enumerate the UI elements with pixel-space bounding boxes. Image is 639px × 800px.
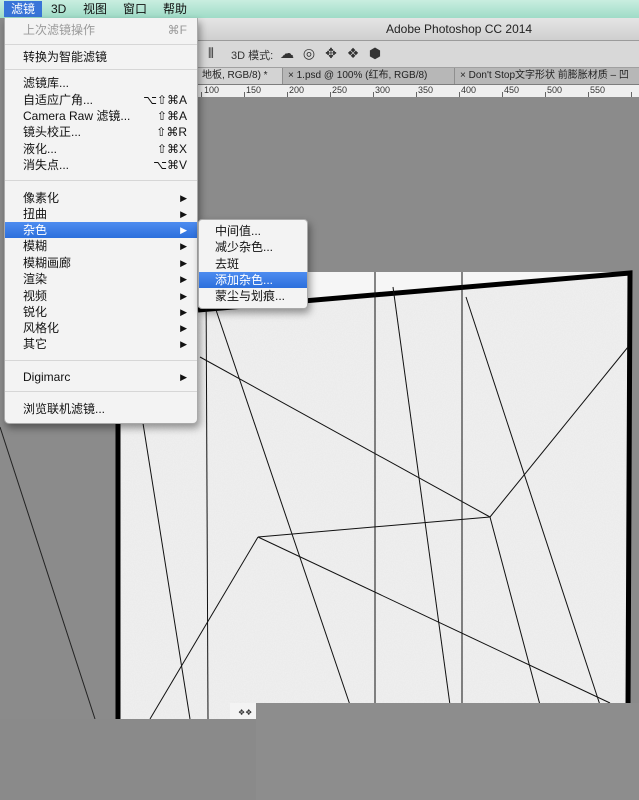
title-bar: Adobe Photoshop CC 2014 bbox=[196, 18, 639, 41]
ruler-label: 250 bbox=[332, 85, 348, 95]
menu-item-last-filter: 上次滤镜操作 ⌘F bbox=[23, 23, 187, 37]
menu-item-sharpen[interactable]: 锐化 ▶ bbox=[5, 304, 197, 320]
chevron-right-icon: ▶ bbox=[180, 258, 187, 268]
menu-3d[interactable]: 3D bbox=[44, 1, 73, 17]
chevron-right-icon: ▶ bbox=[180, 241, 187, 251]
menu-item-adaptive-wide-angle[interactable]: 自适应广角... ⌥⇧⌘A bbox=[5, 92, 197, 108]
3d-scale-icon[interactable]: ⬢ bbox=[366, 44, 384, 62]
ruler-label: 450 bbox=[504, 85, 520, 95]
ruler-label: 150 bbox=[246, 85, 262, 95]
canvas-note: ❖❖ bbox=[238, 708, 252, 717]
ruler-label: 200 bbox=[289, 85, 305, 95]
chevron-right-icon: ▶ bbox=[180, 339, 187, 349]
ruler-label: 400 bbox=[461, 85, 477, 95]
submenu-item-median[interactable]: 中间值... bbox=[199, 223, 307, 239]
menu-item-blur[interactable]: 模糊 ▶ bbox=[5, 238, 197, 254]
submenu-item-dust-scratches[interactable]: 蒙尘与划痕... bbox=[199, 288, 307, 304]
menu-item-liquify[interactable]: 液化... ⇧⌘X bbox=[5, 141, 197, 157]
ruler-label: 550 bbox=[590, 85, 606, 95]
menu-item-lens-correction[interactable]: 镜头校正... ⇧⌘R bbox=[5, 124, 197, 140]
menu-item-pixelate[interactable]: 像素化 ▶ bbox=[5, 190, 197, 206]
menu-item-stylize[interactable]: 风格化 ▶ bbox=[5, 320, 197, 336]
menu-window[interactable]: 窗口 bbox=[116, 1, 154, 17]
menu-item-vanishing-point[interactable]: 消失点... ⌥⌘V bbox=[5, 157, 197, 173]
menu-item-noise[interactable]: 杂色 ▶ bbox=[5, 222, 197, 238]
submenu-item-despeckle[interactable]: 去斑 bbox=[199, 256, 307, 272]
chevron-right-icon: ▶ bbox=[180, 225, 187, 235]
menu-item-other[interactable]: 其它 ▶ bbox=[5, 336, 197, 352]
menu-item-render[interactable]: 渲染 ▶ bbox=[5, 271, 197, 287]
menu-filter[interactable]: 滤镜 bbox=[4, 1, 43, 17]
chevron-right-icon: ▶ bbox=[180, 291, 187, 301]
submenu-item-reduce-noise[interactable]: 减少杂色... bbox=[199, 239, 307, 255]
noise-submenu: 中间值... 减少杂色... 去斑 添加杂色... 蒙尘与划痕... bbox=[198, 219, 308, 309]
submenu-item-add-noise[interactable]: 添加杂色... bbox=[199, 272, 307, 288]
document-tab-bar: 地板, RGB/8) * × 1.psd @ 100% (红布, RGB/8) … bbox=[196, 68, 639, 85]
app-title: Adobe Photoshop CC 2014 bbox=[386, 22, 533, 36]
menu-item-browse-online-filters[interactable]: 浏览联机滤镜... bbox=[5, 401, 197, 417]
chevron-right-icon: ▶ bbox=[180, 323, 187, 333]
chevron-right-icon: ▶ bbox=[180, 307, 187, 317]
menu-item-digimarc[interactable]: Digimarc ▶ bbox=[5, 369, 197, 385]
tab-dont-stop[interactable]: × Don't Stop文字形状 前膨胀材质 – 凹 bbox=[454, 68, 639, 84]
menu-help[interactable]: 帮助 bbox=[156, 1, 194, 17]
menu-bar: 滤镜 3D 视图 窗口 帮助 bbox=[0, 0, 639, 18]
3d-pan-icon[interactable]: ✥ bbox=[322, 44, 340, 62]
chevron-right-icon: ▶ bbox=[180, 193, 187, 203]
ruler-label: 300 bbox=[375, 85, 391, 95]
lower-panel bbox=[256, 703, 639, 800]
chevron-right-icon: ▶ bbox=[180, 209, 187, 219]
chevron-right-icon: ▶ bbox=[180, 274, 187, 284]
3d-mode-label: 3D 模式: bbox=[231, 50, 274, 62]
menu-item-camera-raw[interactable]: Camera Raw 滤镜... ⇧⌘A bbox=[5, 108, 197, 124]
tab-1-psd[interactable]: × 1.psd @ 100% (红布, RGB/8) bbox=[282, 68, 455, 84]
3d-rotate-icon[interactable]: ☁ bbox=[278, 44, 296, 62]
tab-floor[interactable]: 地板, RGB/8) * bbox=[196, 68, 283, 84]
chevron-right-icon: ▶ bbox=[180, 372, 187, 382]
3d-roll-icon[interactable]: ◎ bbox=[300, 44, 318, 62]
options-bar: ⫴ 3D 模式: ☁ ◎ ✥ ❖ ⬢ bbox=[196, 41, 639, 68]
ruler-label: 100 bbox=[204, 85, 220, 95]
outer-line bbox=[0, 426, 96, 720]
ruler-label: 350 bbox=[418, 85, 434, 95]
3d-slide-icon[interactable]: ❖ bbox=[344, 44, 362, 62]
menu-item-filter-gallery[interactable]: 滤镜库... bbox=[5, 75, 197, 91]
align-icon[interactable]: ⫴ bbox=[202, 44, 220, 62]
menu-item-video[interactable]: 视频 ▶ bbox=[5, 288, 197, 304]
filter-menu: 上次滤镜操作 ⌘F 转换为智能滤镜 滤镜库... 自适应广角... ⌥⇧⌘A C… bbox=[4, 18, 198, 424]
menu-item-distort[interactable]: 扭曲 ▶ bbox=[5, 206, 197, 222]
menu-view[interactable]: 视图 bbox=[76, 1, 114, 17]
ruler-label: 500 bbox=[547, 85, 563, 95]
menu-item-convert-smart-filters[interactable]: 转换为智能滤镜 bbox=[5, 49, 197, 65]
menu-item-blur-gallery[interactable]: 模糊画廊 ▶ bbox=[5, 255, 197, 271]
